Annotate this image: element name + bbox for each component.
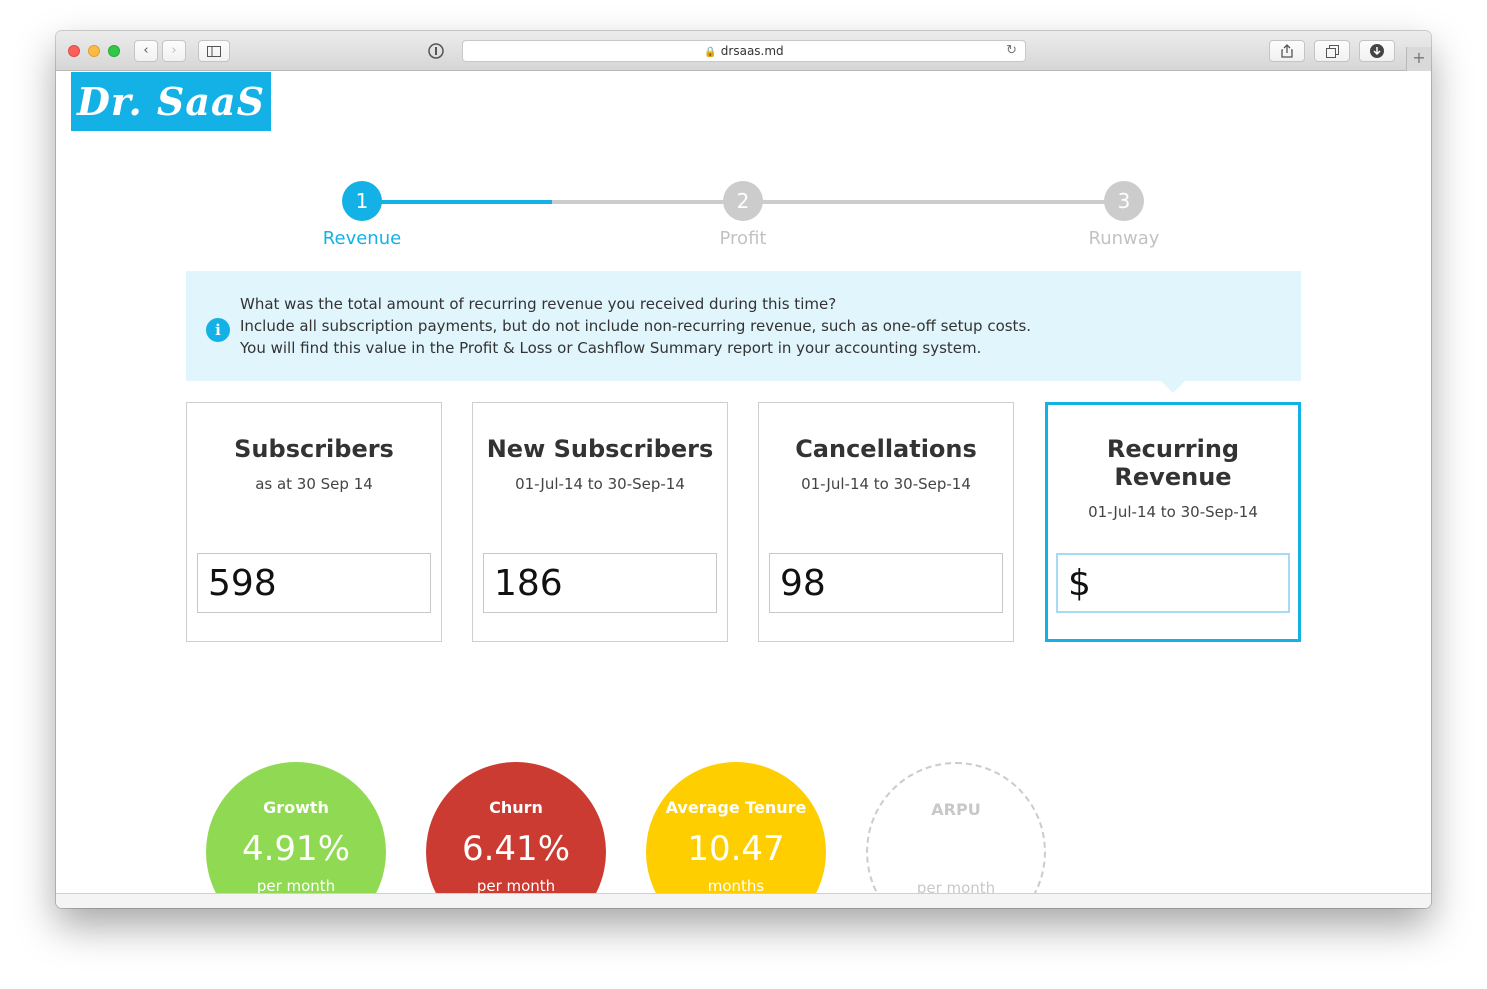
step-1-label[interactable]: Revenue <box>282 228 442 249</box>
info-line-3: You will find this value in the Profit &… <box>240 339 982 357</box>
info-box-pointer <box>1161 381 1185 393</box>
card-recurring-revenue: Recurring Revenue 01-Jul-14 to 30-Sep-14 <box>1045 402 1301 642</box>
chevron-right-icon: › <box>171 43 177 58</box>
arpu-metric: ARPU per month <box>866 762 1046 894</box>
lock-icon: 🔒 <box>704 47 717 58</box>
back-button[interactable]: ‹ <box>134 40 158 62</box>
page-content: Dr. SaaS 1 Revenue 2 Profit 3 Runway Wha… <box>56 72 1431 894</box>
card-title: Subscribers <box>234 435 394 463</box>
step-3-label[interactable]: Runway <box>1044 228 1204 249</box>
browser-window: ‹ › 🔒 drsaas.md ↻ + Dr. SaaS 1 Revenue 2 … <box>56 31 1431 908</box>
zoom-window-button[interactable] <box>108 45 120 57</box>
card-title: Recurring Revenue <box>1106 435 1240 491</box>
metric-title: Average Tenure <box>665 798 807 817</box>
recurring-revenue-input[interactable] <box>1056 553 1290 613</box>
chevron-left-icon: ‹ <box>143 43 149 58</box>
card-subtitle: 01-Jul-14 to 30-Sep-14 <box>515 475 685 493</box>
status-bar <box>56 893 1431 908</box>
metric-unit: months <box>707 877 765 894</box>
reader-button[interactable] <box>422 40 450 62</box>
metric-title: ARPU <box>931 800 981 819</box>
reload-icon[interactable]: ↻ <box>1006 41 1017 61</box>
progress-track-remaining <box>552 200 1124 204</box>
metric-unit: per month <box>476 877 556 894</box>
cancellations-input[interactable] <box>769 553 1003 613</box>
step-1-circle[interactable]: 1 <box>342 181 382 221</box>
metric-unit: per month <box>916 879 996 894</box>
metric-title: Churn <box>489 798 543 817</box>
card-title: New Subscribers <box>486 435 714 463</box>
share-button[interactable] <box>1269 40 1305 62</box>
subscribers-input[interactable] <box>197 553 431 613</box>
progress-track-active <box>362 200 552 204</box>
metric-value: 6.41% <box>461 829 570 869</box>
plus-icon: + <box>1412 48 1426 67</box>
sidebar-button[interactable] <box>198 40 230 62</box>
info-circle-icon <box>428 43 444 59</box>
metric-value: 10.47 <box>687 829 785 869</box>
card-title: Cancellations <box>795 435 977 463</box>
card-new-subscribers: New Subscribers 01-Jul-14 to 30-Sep-14 <box>472 402 728 642</box>
card-cancellations: Cancellations 01-Jul-14 to 30-Sep-14 <box>758 402 1014 642</box>
info-line-1: What was the total amount of recurring r… <box>240 295 837 313</box>
card-subtitle: as at 30 Sep 14 <box>255 475 373 493</box>
share-icon <box>1281 44 1293 58</box>
minimize-window-button[interactable] <box>88 45 100 57</box>
logo[interactable]: Dr. SaaS <box>71 72 271 131</box>
info-icon: i <box>206 318 230 342</box>
address-bar[interactable]: 🔒 drsaas.md ↻ <box>462 40 1026 62</box>
metric-value: 4.91% <box>241 829 350 869</box>
tabs-button[interactable] <box>1314 40 1350 62</box>
tabs-icon <box>1325 45 1339 58</box>
step-2-label[interactable]: Profit <box>663 228 823 249</box>
card-subscribers: Subscribers as at 30 Sep 14 <box>186 402 442 642</box>
step-2-circle[interactable]: 2 <box>723 181 763 221</box>
sidebar-icon <box>207 46 221 57</box>
info-line-2: Include all subscription payments, but d… <box>240 317 1032 335</box>
step-3-circle[interactable]: 3 <box>1104 181 1144 221</box>
metric-unit: per month <box>256 877 336 894</box>
growth-metric: Growth 4.91% per month <box>206 762 386 894</box>
info-box: What was the total amount of recurring r… <box>186 271 1301 381</box>
metric-title: Growth <box>263 798 329 817</box>
close-window-button[interactable] <box>68 45 80 57</box>
new-tab-button[interactable]: + <box>1406 47 1431 71</box>
average-tenure-metric: Average Tenure 10.47 months <box>646 762 826 894</box>
metric-value <box>868 831 1044 871</box>
download-icon <box>1370 44 1384 58</box>
browser-toolbar: ‹ › 🔒 drsaas.md ↻ + <box>56 31 1431 71</box>
url-text: drsaas.md <box>720 44 784 58</box>
churn-metric: Churn 6.41% per month <box>426 762 606 894</box>
card-subtitle: 01-Jul-14 to 30-Sep-14 <box>801 475 971 493</box>
forward-button[interactable]: › <box>162 40 186 62</box>
downloads-button[interactable] <box>1359 40 1395 62</box>
card-subtitle: 01-Jul-14 to 30-Sep-14 <box>1088 503 1258 521</box>
new-subscribers-input[interactable] <box>483 553 717 613</box>
